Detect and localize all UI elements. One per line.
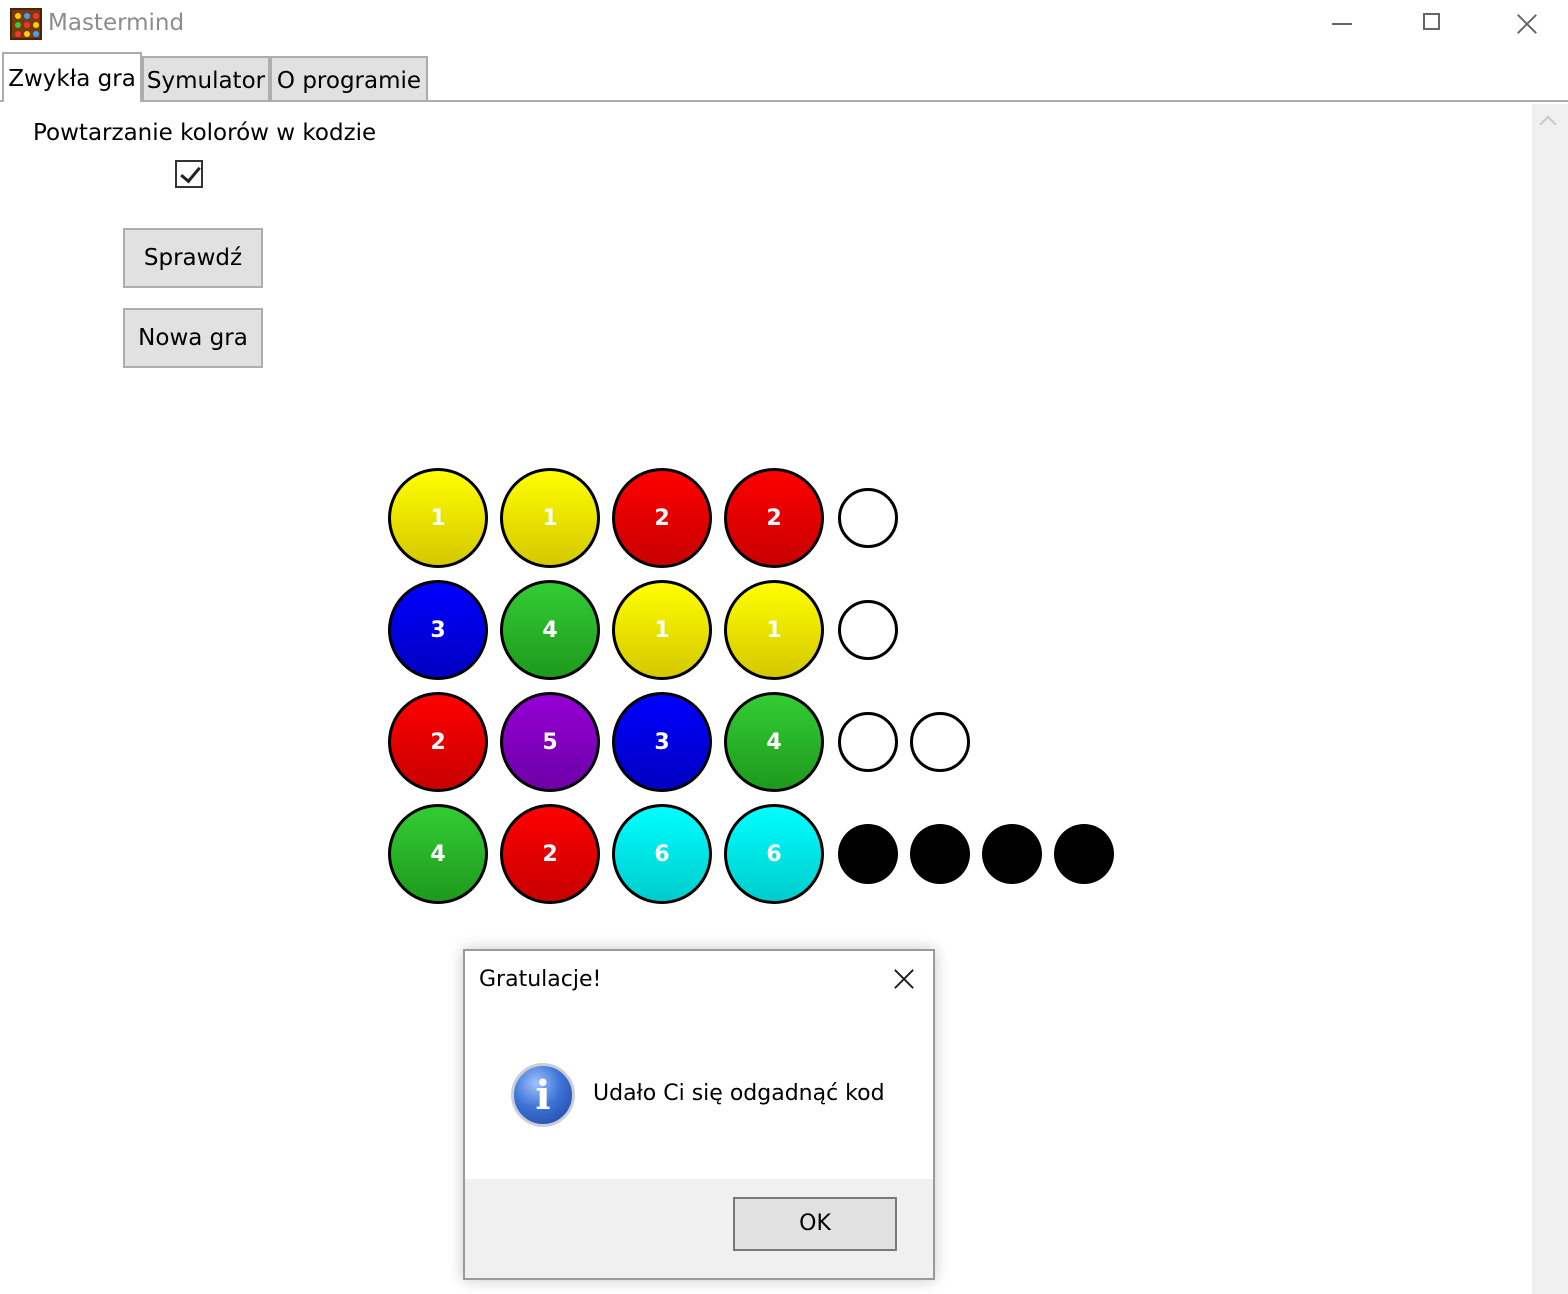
hint-white-peg bbox=[838, 600, 898, 660]
hint-black-peg bbox=[910, 824, 970, 884]
peg-green[interactable]: 4 bbox=[724, 692, 824, 792]
maximize-icon bbox=[1423, 13, 1440, 30]
window-title: Mastermind bbox=[48, 10, 185, 36]
hint-white-peg bbox=[838, 712, 898, 772]
peg-yellow[interactable]: 1 bbox=[500, 468, 600, 568]
peg-blue[interactable]: 3 bbox=[612, 692, 712, 792]
close-button[interactable] bbox=[1478, 0, 1568, 48]
hint-white-peg bbox=[910, 712, 970, 772]
peg-red[interactable]: 2 bbox=[388, 692, 488, 792]
maximize-button[interactable] bbox=[1386, 0, 1478, 48]
tab-baseline bbox=[0, 100, 1568, 102]
tab-regular-game[interactable]: Zwykła gra bbox=[2, 52, 142, 102]
scroll-up-icon[interactable] bbox=[1539, 115, 1557, 133]
dialog-title: Gratulacje! bbox=[479, 967, 602, 992]
peg-green[interactable]: 4 bbox=[388, 804, 488, 904]
hint-black-peg bbox=[838, 824, 898, 884]
repeat-colors-label: Powtarzanie kolorów w kodzie bbox=[33, 120, 377, 146]
tab-about[interactable]: O programie bbox=[270, 56, 428, 100]
peg-red[interactable]: 2 bbox=[612, 468, 712, 568]
new-game-button[interactable]: Nowa gra bbox=[123, 308, 263, 368]
peg-purple[interactable]: 5 bbox=[500, 692, 600, 792]
peg-red[interactable]: 2 bbox=[500, 804, 600, 904]
dialog-close-button[interactable] bbox=[889, 965, 919, 995]
peg-cyan[interactable]: 6 bbox=[612, 804, 712, 904]
peg-yellow[interactable]: 1 bbox=[612, 580, 712, 680]
title-bar: Mastermind bbox=[0, 0, 1568, 50]
vertical-scrollbar[interactable] bbox=[1532, 104, 1568, 1294]
tab-strip: Zwykła gra Symulator O programie bbox=[0, 52, 1568, 102]
check-button[interactable]: Sprawdź bbox=[123, 228, 263, 288]
peg-blue[interactable]: 3 bbox=[388, 580, 488, 680]
peg-green[interactable]: 4 bbox=[500, 580, 600, 680]
hint-black-peg bbox=[982, 824, 1042, 884]
repeat-colors-checkbox[interactable] bbox=[175, 160, 203, 188]
dialog-message: Udało Ci się odgadnąć kod bbox=[593, 1081, 885, 1106]
ok-button[interactable]: OK bbox=[733, 1197, 897, 1251]
congratulations-dialog: Gratulacje! i Udało Ci się odgadnąć kod … bbox=[463, 949, 935, 1280]
hint-white-peg bbox=[838, 488, 898, 548]
peg-yellow[interactable]: 1 bbox=[724, 580, 824, 680]
peg-yellow[interactable]: 1 bbox=[388, 468, 488, 568]
hint-black-peg bbox=[1054, 824, 1114, 884]
peg-red[interactable]: 2 bbox=[724, 468, 824, 568]
tab-simulator[interactable]: Symulator bbox=[142, 56, 270, 100]
checkmark-icon bbox=[180, 161, 201, 184]
minimize-button[interactable] bbox=[1296, 0, 1388, 48]
dialog-footer: OK bbox=[465, 1179, 933, 1278]
minimize-icon bbox=[1332, 23, 1352, 25]
info-icon: i bbox=[511, 1063, 575, 1127]
mastermind-app-icon bbox=[10, 8, 42, 40]
peg-cyan[interactable]: 6 bbox=[724, 804, 824, 904]
